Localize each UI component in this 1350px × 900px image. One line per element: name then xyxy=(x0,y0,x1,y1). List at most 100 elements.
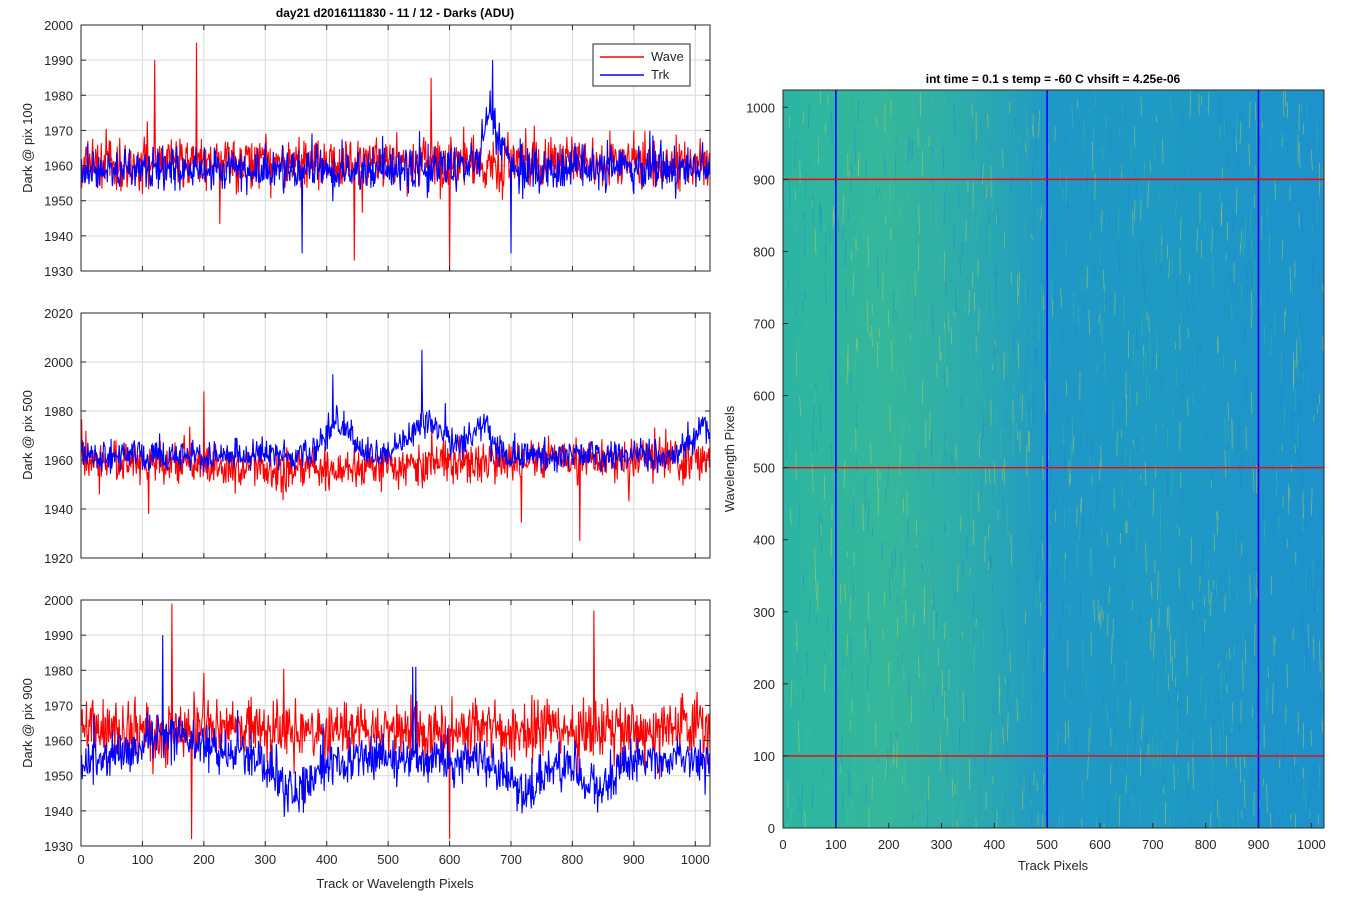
noise-streak xyxy=(824,650,826,657)
y-axis-label: Dark @ pix 500 xyxy=(20,390,35,480)
noise-streak xyxy=(1147,743,1149,756)
x-tick-label: 700 xyxy=(1142,837,1164,852)
noise-streak xyxy=(952,803,954,828)
noise-streak xyxy=(1006,820,1008,828)
noise-streak xyxy=(1099,214,1101,225)
y-tick-label: 1980 xyxy=(44,88,73,103)
noise-streak xyxy=(962,690,964,722)
noise-streak xyxy=(849,170,851,180)
y-tick-label: 1940 xyxy=(44,804,73,819)
y-tick-label: 1000 xyxy=(746,100,775,115)
noise-streak xyxy=(942,146,944,171)
noise-streak xyxy=(812,786,814,810)
noise-streak xyxy=(1285,307,1287,316)
noise-streak xyxy=(1254,624,1256,656)
noise-streak xyxy=(1158,587,1160,601)
noise-streak xyxy=(1035,593,1038,611)
subplot-pix-500: 1920 1940 1960 1980 2000 2020 Dark @ pix 500 xyxy=(20,306,711,566)
noise-streak xyxy=(1027,430,1029,452)
noise-streak xyxy=(1068,635,1070,648)
noise-streak xyxy=(802,797,804,825)
figure-title: day21 d2016111830 - 11 / 12 - Darks (ADU… xyxy=(276,6,514,20)
noise-streak xyxy=(853,262,855,276)
noise-streak xyxy=(1316,405,1318,414)
noise-streak xyxy=(1125,372,1127,398)
noise-streak xyxy=(1117,207,1120,239)
noise-streak xyxy=(943,371,945,384)
noise-streak xyxy=(850,164,852,192)
noise-streak xyxy=(831,111,833,143)
y-tick-label: 1980 xyxy=(44,663,73,678)
x-tick-label: 300 xyxy=(931,837,953,852)
noise-streak xyxy=(1028,640,1030,662)
noise-streak xyxy=(889,184,891,214)
x-tick-label: 900 xyxy=(1248,837,1270,852)
y-tick-label: 1950 xyxy=(44,194,73,209)
noise-streak xyxy=(1200,240,1203,259)
heatmap-title: int time = 0.1 s temp = -60 C vhsift = 4… xyxy=(926,72,1181,86)
x-tick-label: 800 xyxy=(1195,837,1217,852)
noise-streak xyxy=(1029,773,1031,800)
noise-streak xyxy=(1126,520,1128,534)
noise-streak xyxy=(847,474,849,495)
noise-streak xyxy=(855,238,857,250)
y-tick-label: 300 xyxy=(753,605,775,620)
y-tick-label: 800 xyxy=(753,244,775,259)
heatmap-x-axis-label: Track Pixels xyxy=(1018,858,1089,873)
x-tick-label: 800 xyxy=(562,852,584,867)
noise-streak xyxy=(907,190,909,200)
x-tick-label: 0 xyxy=(779,837,786,852)
y-tick-label: 1950 xyxy=(44,769,73,784)
y-tick-label: 900 xyxy=(753,172,775,187)
noise-streak xyxy=(1266,685,1268,713)
noise-streak xyxy=(961,800,963,824)
noise-streak xyxy=(1114,557,1116,568)
noise-streak xyxy=(827,617,829,633)
noise-streak xyxy=(1101,209,1103,232)
x-tick-label: 400 xyxy=(983,837,1005,852)
noise-streak xyxy=(1208,580,1210,605)
noise-streak xyxy=(854,352,856,376)
noise-streak xyxy=(1006,505,1009,536)
noise-streak xyxy=(800,795,803,824)
subplot-pix-900: 0 100 200 300 400 500 600 700 800 900 1000 1930 1940… xyxy=(20,593,711,891)
noise-streak xyxy=(1294,444,1296,454)
y-tick-label: 400 xyxy=(753,533,775,548)
x-tick-label: 500 xyxy=(377,852,399,867)
legend: Wave Trk xyxy=(592,43,691,87)
noise-streak xyxy=(1286,663,1288,689)
noise-streak xyxy=(921,380,924,405)
y-tick-label: 1930 xyxy=(44,264,73,279)
noise-streak xyxy=(847,566,849,592)
noise-streak xyxy=(1220,201,1223,226)
y-tick-label: 1930 xyxy=(44,839,73,854)
noise-streak xyxy=(913,102,915,123)
y-tick-label: 0 xyxy=(768,821,775,836)
y-tick-label: 1940 xyxy=(44,502,73,517)
noise-streak xyxy=(1029,325,1031,347)
noise-streak xyxy=(804,292,806,299)
figure: day21 d2016111830 - 11 / 12 - Darks (ADU… xyxy=(20,6,1326,891)
x-tick-label: 600 xyxy=(439,852,461,867)
noise-streak xyxy=(1143,161,1145,182)
x-tick-label: 0 xyxy=(77,852,84,867)
noise-streak xyxy=(876,117,878,127)
noise-streak xyxy=(1016,274,1019,304)
noise-streak xyxy=(837,219,840,233)
noise-streak xyxy=(930,430,933,459)
noise-streak xyxy=(1134,199,1136,220)
noise-streak xyxy=(1270,576,1273,596)
noise-streak xyxy=(1299,450,1301,464)
noise-streak xyxy=(1187,398,1189,416)
noise-streak xyxy=(1013,328,1015,353)
noise-streak xyxy=(994,338,996,347)
x-tick-label: 200 xyxy=(193,852,215,867)
noise-streak xyxy=(895,310,897,318)
noise-streak xyxy=(831,640,833,663)
y-tick-label: 1990 xyxy=(44,628,73,643)
y-tick-label: 200 xyxy=(753,677,775,692)
y-tick-label: 2000 xyxy=(44,355,73,370)
noise-streak xyxy=(1001,607,1003,629)
noise-streak xyxy=(1078,306,1080,325)
x-tick-label: 200 xyxy=(878,837,900,852)
